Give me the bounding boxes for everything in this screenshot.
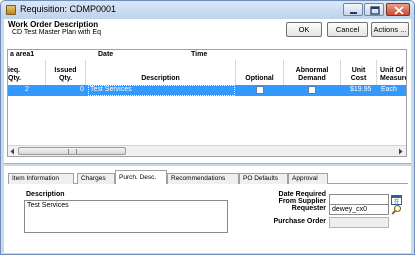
close-icon: [394, 6, 404, 15]
work-order-subtitle: CD Test Master Plan with Eq: [12, 29, 101, 36]
detail-tabs: Item Information Charges Purch. Desc. Re…: [8, 170, 408, 185]
actions-button[interactable]: Actions ...: [371, 22, 409, 37]
group-label-date: Date: [98, 51, 114, 58]
cell-unit-cost: $19.95: [350, 86, 372, 93]
column-header-req-qty[interactable]: ieq. Qty.: [8, 60, 46, 85]
maximize-button[interactable]: [364, 3, 384, 16]
cell-description: Test Services: [90, 86, 132, 93]
tab-charges[interactable]: Charges: [77, 173, 115, 184]
cancel-button[interactable]: Cancel: [327, 22, 368, 37]
splitter-bar[interactable]: [4, 163, 411, 166]
horizontal-scrollbar[interactable]: [8, 145, 406, 156]
date-required-label-line: Date Required: [278, 191, 326, 198]
requisition-window: Requisition: CDMP0001 Work Order Descrip…: [0, 0, 415, 255]
group-label-time: Time: [191, 51, 208, 58]
group-label-area: a area1: [10, 51, 35, 58]
column-header-unit-of-measure[interactable]: Unit Of Measure: [377, 60, 406, 85]
column-header-unit-cost[interactable]: Unit Cost: [341, 60, 377, 85]
abnormal-demand-checkbox[interactable]: [308, 86, 316, 94]
scrollbar-thumb[interactable]: [18, 147, 126, 155]
tab-purch-desc[interactable]: Purch. Desc.: [115, 170, 167, 185]
scroll-left-icon[interactable]: [8, 147, 17, 156]
column-header-text: Optional: [245, 75, 274, 82]
tab-recommendations[interactable]: Recommendations: [167, 173, 239, 184]
header-area: Work Order Description CD Test Master Pl…: [4, 19, 411, 39]
column-header-text: Description: [141, 75, 180, 82]
column-header-text: Issued: [54, 67, 77, 74]
column-header-optional[interactable]: Optional: [236, 60, 284, 85]
column-header-text: Unit: [351, 67, 366, 74]
description-textarea[interactable]: Test Services: [24, 200, 228, 233]
scroll-right-icon[interactable]: [396, 147, 405, 156]
column-header-text: Cost: [350, 75, 367, 82]
date-required-label-line: From Supplier: [278, 198, 326, 205]
title-bar[interactable]: Requisition: CDMP0001: [1, 1, 414, 19]
column-header-text: Unit Of: [380, 67, 404, 74]
app-icon: [6, 5, 16, 15]
table-row[interactable]: 2 0 Test Services $19.95 Each: [8, 85, 406, 96]
column-header-text: Abnormal: [295, 67, 329, 74]
requester-label: Requester: [291, 205, 326, 212]
column-header-issued-qty[interactable]: Issued Qty.: [46, 60, 86, 85]
search-icon[interactable]: [391, 204, 402, 215]
items-grid[interactable]: a area1 Date Time ieq. Qty. Issued Qty. De…: [7, 49, 407, 157]
cell-issued-qty: 0: [80, 86, 84, 93]
column-header-text: ieq.: [8, 67, 21, 74]
grid-group-header: a area1 Date Time: [8, 50, 406, 60]
column-header-abnormal-demand[interactable]: Abnormal Demand: [284, 60, 341, 85]
minimize-button[interactable]: [343, 3, 363, 16]
cell-unit-of-measure: Each: [381, 86, 397, 93]
minimize-icon: [350, 12, 357, 14]
maximize-icon: [370, 6, 380, 15]
window-title: Requisition: CDMP0001: [20, 4, 117, 14]
date-required-label: Date Required From Supplier: [262, 191, 326, 205]
tab-approval[interactable]: Approval: [288, 173, 328, 184]
optional-checkbox[interactable]: [256, 86, 264, 94]
close-button[interactable]: [386, 3, 410, 16]
cell-req-qty: 2: [25, 86, 29, 93]
description-label: Description: [26, 191, 65, 198]
column-header-text: Qty.: [58, 75, 73, 82]
column-header-text: Qty.: [8, 75, 22, 82]
tab-po-defaults[interactable]: PO Defaults: [239, 173, 288, 184]
column-header-text: Measure: [380, 75, 406, 82]
dialog-content: Work Order Description CD Test Master Pl…: [4, 19, 411, 253]
grip-icon: [68, 149, 77, 154]
column-header-description[interactable]: Description: [86, 60, 236, 85]
work-order-title: Work Order Description: [8, 20, 99, 29]
purch-desc-panel: Description Test Services Date Required …: [8, 184, 408, 250]
ok-button[interactable]: OK: [286, 22, 322, 37]
tab-item-information[interactable]: Item Information: [8, 173, 74, 184]
requester-field[interactable]: dewey_cx0: [329, 204, 389, 215]
purchase-order-label: Purchase Order: [273, 218, 326, 225]
purchase-order-field: [329, 217, 389, 228]
column-header-text: Demand: [298, 75, 326, 82]
